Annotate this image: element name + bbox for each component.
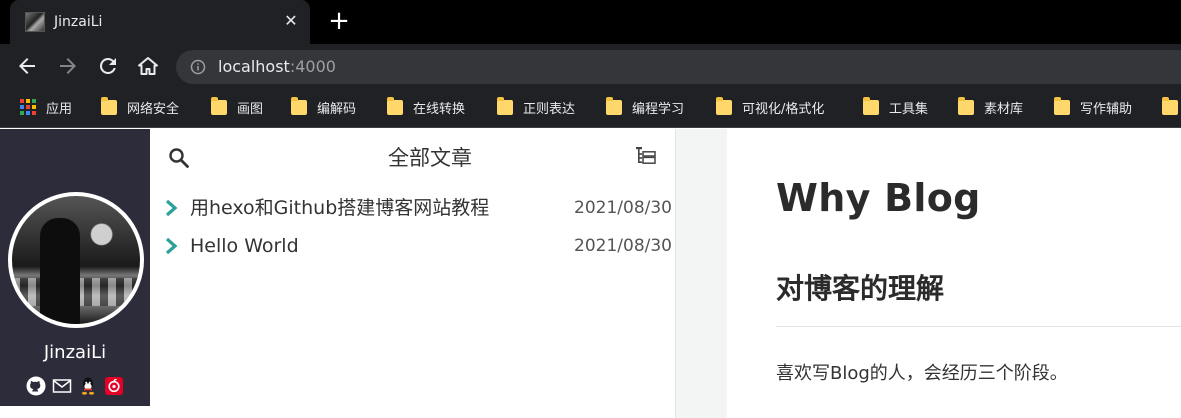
tab-close-icon[interactable]: ✕ — [280, 10, 302, 32]
netease-music-icon[interactable] — [104, 376, 124, 396]
tab-strip: JinzaiLi ✕ + — [0, 0, 1181, 44]
folder-icon — [1162, 96, 1178, 115]
browser-tab[interactable]: JinzaiLi ✕ — [10, 0, 310, 44]
github-icon[interactable] — [26, 376, 46, 396]
bookmark-label: 在线转换 — [413, 101, 466, 117]
site-info-icon[interactable] — [190, 59, 206, 75]
bookmarks-bar: 应用 网络安全 画图 编解码 在线转换 正则表达 编程学习 可视化/格式化 工具… — [0, 88, 1181, 128]
chevron-right-icon — [165, 237, 178, 255]
bookmark-label: 素材库 — [984, 101, 1024, 117]
folder-icon — [211, 96, 227, 115]
folder-icon — [606, 96, 622, 115]
bookmark-folder[interactable]: 可视化/格式化 — [716, 88, 824, 126]
address-bar[interactable]: localhost:4000 — [176, 50, 1181, 84]
bookmark-label: 编解码 — [317, 101, 357, 117]
apps-grid-icon — [20, 99, 36, 115]
bookmark-folder[interactable]: 在线转换 — [387, 88, 465, 126]
bookmark-folder[interactable]: 素材库 — [958, 88, 1023, 126]
tab-title: JinzaiLi — [54, 14, 103, 30]
folder-icon — [387, 96, 403, 115]
folder-icon — [101, 96, 117, 115]
bookmark-folder[interactable]: 工具集 — [863, 88, 928, 126]
home-icon[interactable] — [136, 54, 160, 78]
url-port: :4000 — [289, 57, 336, 76]
bookmark-folder[interactable]: 写作辅助 — [1054, 88, 1132, 126]
mail-icon[interactable] — [52, 376, 72, 396]
qq-icon[interactable] — [78, 376, 98, 396]
social-links — [26, 376, 124, 396]
bookmark-folder-overflow[interactable] — [1162, 88, 1181, 126]
bookmark-folder[interactable]: 网络安全 — [101, 88, 179, 126]
sidebar: JinzaiLi — [0, 129, 150, 406]
bookmark-folder[interactable]: 编解码 — [291, 88, 356, 126]
post-date: 2021/08/30 — [574, 198, 672, 218]
post-date: 2021/08/30 — [574, 236, 672, 256]
bookmark-label: 编程学习 — [632, 101, 685, 117]
url-text[interactable]: localhost:4000 — [218, 57, 336, 77]
back-arrow-icon[interactable] — [15, 54, 39, 78]
bookmark-label: 正则表达 — [523, 101, 576, 117]
heading-divider — [776, 326, 1181, 327]
author-name[interactable]: JinzaiLi — [0, 341, 150, 365]
bookmark-apps[interactable]: 应用 — [20, 88, 72, 126]
forward-arrow-icon[interactable] — [56, 54, 80, 78]
post-title[interactable]: 用hexo和Github搭建博客网站教程 — [190, 195, 489, 221]
post-list-title: 全部文章 — [388, 146, 472, 170]
post-list-panel: 全部文章 用hexo和Github搭建博客网站教程 2021/08/30 Hel… — [150, 129, 675, 418]
browser-toolbar: localhost:4000 — [0, 44, 1181, 88]
bookmark-label: 可视化/格式化 — [742, 101, 825, 117]
url-host: localhost — [218, 57, 290, 76]
folder-icon — [291, 96, 307, 115]
article-paragraph: 喜欢写Blog的人，会经历三个阶段。 — [776, 363, 1068, 384]
page: JinzaiLi 全部文章 用hexo和Github搭建博客网站教程 2021/… — [0, 129, 1181, 418]
article-title: Why Blog — [776, 176, 981, 220]
category-tree-icon[interactable] — [634, 144, 658, 168]
bookmark-label: 写作辅助 — [1080, 101, 1133, 117]
bookmark-folder[interactable]: 画图 — [211, 88, 263, 126]
folder-icon — [497, 96, 513, 115]
bookmark-folder[interactable]: 编程学习 — [606, 88, 684, 126]
reload-icon[interactable] — [96, 54, 120, 78]
search-icon[interactable] — [167, 146, 191, 170]
post-title[interactable]: Hello World — [190, 233, 299, 259]
folder-icon — [958, 96, 974, 115]
article: Why Blog 对博客的理解 喜欢写Blog的人，会经历三个阶段。 — [727, 129, 1181, 418]
bookmark-label: 网络安全 — [127, 101, 180, 117]
post-item[interactable]: Hello World 2021/08/30 — [150, 229, 675, 263]
avatar-figure — [40, 218, 80, 324]
folder-icon — [863, 96, 879, 115]
tab-favicon-icon — [25, 12, 45, 32]
bookmark-label: 应用 — [46, 101, 73, 117]
new-tab-icon[interactable]: + — [326, 8, 352, 34]
avatar[interactable] — [8, 192, 144, 328]
post-item[interactable]: 用hexo和Github搭建博客网站教程 2021/08/30 — [150, 191, 675, 225]
bookmark-label: 工具集 — [889, 101, 929, 117]
folder-icon — [1054, 96, 1070, 115]
folder-icon — [716, 96, 732, 115]
bookmark-folder[interactable]: 正则表达 — [497, 88, 575, 126]
bookmark-label: 画图 — [237, 101, 264, 117]
panel-divider — [675, 129, 727, 418]
chevron-right-icon — [165, 199, 178, 217]
article-heading: 对博客的理解 — [776, 272, 945, 305]
